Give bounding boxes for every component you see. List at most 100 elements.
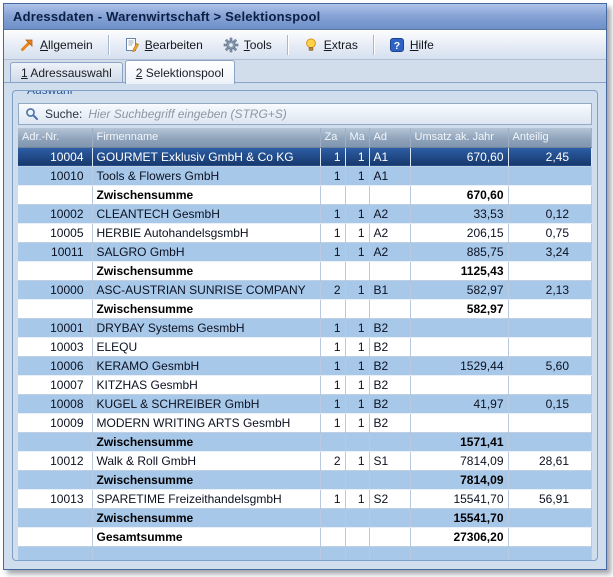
toolbar-button-tools[interactable]: Tools [214,33,281,57]
cell-za [320,261,345,280]
tab-adressauswahl[interactable]: 1 Adressauswahl [10,62,123,83]
cell-anteilig: 0,15 [508,394,592,413]
table-row[interactable]: 10000ASC-AUSTRIAN SUNRISE COMPANY21B1582… [18,280,592,299]
table-row-subtotal[interactable]: Zwischensumme 1571,41 [18,432,592,451]
groupbox-label: Auswahl [23,90,76,97]
cell-umsatz [410,546,508,561]
cell-ad: B2 [369,375,410,394]
table-row[interactable]: 10009MODERN WRITING ARTS GesmbH11B2 [18,413,592,432]
cell-firmenname: MODERN WRITING ARTS GesmbH [92,413,320,432]
cell-ma: 1 [345,356,369,375]
table-header-row: Adr.-Nr.FirmennameZaMaAdUmsatz ak. JahrA… [18,128,592,147]
cell-adr-nr: 10013 [18,489,92,508]
cell-za [320,432,345,451]
table-row[interactable]: 10006KERAMO GesmbH11B21529,445,60 [18,356,592,375]
cell-adr-nr [18,508,92,527]
cell-umsatz: 885,75 [410,242,508,261]
cell-adr-nr: 10003 [18,337,92,356]
cell-anteilig [508,375,592,394]
cell-za [320,546,345,561]
table-row[interactable]: 10010Tools & Flowers GmbH11A1 [18,166,592,185]
cell-umsatz [410,166,508,185]
cell-za: 1 [320,166,345,185]
cell-ad [369,527,410,546]
cell-ma: 1 [345,280,369,299]
cell-ad [369,508,410,527]
edit-icon [124,37,140,53]
table-row-subtotal[interactable]: Zwischensumme7814,09 [18,470,592,489]
toolbar-button-extras[interactable]: Extras [294,33,367,57]
cell-umsatz: 1571,41 [410,432,508,451]
cell-anteilig [508,413,592,432]
cell-umsatz: 582,97 [410,280,508,299]
cell-adr-nr: 10012 [18,451,92,470]
table-row-empty [18,546,592,561]
column-header-anteilig[interactable]: Anteilig [508,128,592,147]
table-row[interactable]: 10005HERBIE AutohandelsgsmbH11A2206,150,… [18,223,592,242]
column-header-ad[interactable]: Ad [369,128,410,147]
arrow-up-right-icon [19,37,35,53]
table-row-subtotal[interactable]: Zwischensumme1125,43 [18,261,592,280]
table-row[interactable]: 10002CLEANTECH GesmbH11A233,530,12 [18,204,592,223]
toolbar-button-hilfe[interactable]: ?Hilfe [380,33,443,57]
cell-firmenname: Tools & Flowers GmbH [92,166,320,185]
table-row[interactable]: 10011SALGRO GmbH11A2885,753,24 [18,242,592,261]
tab-selektionspool[interactable]: 2 Selektionspool [125,60,235,84]
table-row-subtotal[interactable]: Zwischensumme15541,70 [18,508,592,527]
toolbar-button-label: Tools [244,38,272,52]
cell-umsatz: 206,15 [410,223,508,242]
cell-firmenname: Walk & Roll GmbH [92,451,320,470]
cell-ad [369,299,410,318]
cell-adr-nr [18,299,92,318]
table-row-subtotal[interactable]: Zwischensumme670,60 [18,185,592,204]
cell-ma: 1 [345,242,369,261]
cell-ad: A2 [369,204,410,223]
cell-anteilig [508,470,592,489]
cell-umsatz: 7814,09 [410,451,508,470]
cell-umsatz: 27306,20 [410,527,508,546]
table-row[interactable]: 10013SPARETIME FreizeithandelsgmbH11S215… [18,489,592,508]
cell-adr-nr: 10002 [18,204,92,223]
content-area: Auswahl Suche: Adr.-Nr.FirmennameZaMaAdU… [4,83,606,569]
cell-firmenname: ELEQU [92,337,320,356]
toolbar-separator [373,35,374,55]
column-header-firmenname[interactable]: Firmenname [92,128,320,147]
cell-anteilig: 28,61 [508,451,592,470]
cell-adr-nr [18,546,92,561]
cell-firmenname: Zwischensumme [92,432,320,451]
table-row-total[interactable]: Gesamtsumme27306,20 [18,527,592,546]
title-bar: Adressdaten - Warenwirtschaft > Selektio… [4,4,606,30]
toolbar-button-allgemein[interactable]: Allgemein [10,33,102,57]
table-row[interactable]: 10004GOURMET Exklusiv GmbH & Co KG11A167… [18,147,592,166]
cell-za: 1 [320,204,345,223]
column-header-ma[interactable]: Ma [345,128,369,147]
cell-ma: 1 [345,337,369,356]
column-header-za[interactable]: Za [320,128,345,147]
cell-anteilig: 5,60 [508,356,592,375]
toolbar-button-label: Hilfe [410,38,434,52]
cell-umsatz: 582,97 [410,299,508,318]
cell-firmenname: SPARETIME FreizeithandelsgmbH [92,489,320,508]
table-row[interactable]: 10007KITZHAS GesmbH11B2 [18,375,592,394]
cell-ma [345,299,369,318]
cell-ma [345,508,369,527]
toolbar-button-label: Extras [324,38,358,52]
search-bar: Suche: [18,103,592,125]
cell-anteilig [508,432,592,451]
column-header-adr-nr[interactable]: Adr.-Nr. [18,128,92,147]
table-row[interactable]: 10012Walk & Roll GmbH21S17814,0928,61 [18,451,592,470]
table-row[interactable]: 10008KUGEL & SCHREIBER GmbH11B241,970,15 [18,394,592,413]
table-row[interactable]: 10001DRYBAY Systems GesmbH11B2 [18,318,592,337]
cell-anteilig: 2,45 [508,147,592,166]
cell-za: 1 [320,223,345,242]
column-header-umsatz[interactable]: Umsatz ak. Jahr [410,128,508,147]
toolbar-button-bearbeiten[interactable]: Bearbeiten [115,33,212,57]
table-row-subtotal[interactable]: Zwischensumme582,97 [18,299,592,318]
cell-ma: 1 [345,394,369,413]
cell-firmenname: Zwischensumme [92,508,320,527]
cell-za: 1 [320,394,345,413]
cell-za: 1 [320,489,345,508]
cell-ad [369,261,410,280]
search-input[interactable] [88,107,585,121]
table-row[interactable]: 10003ELEQU11B2 [18,337,592,356]
